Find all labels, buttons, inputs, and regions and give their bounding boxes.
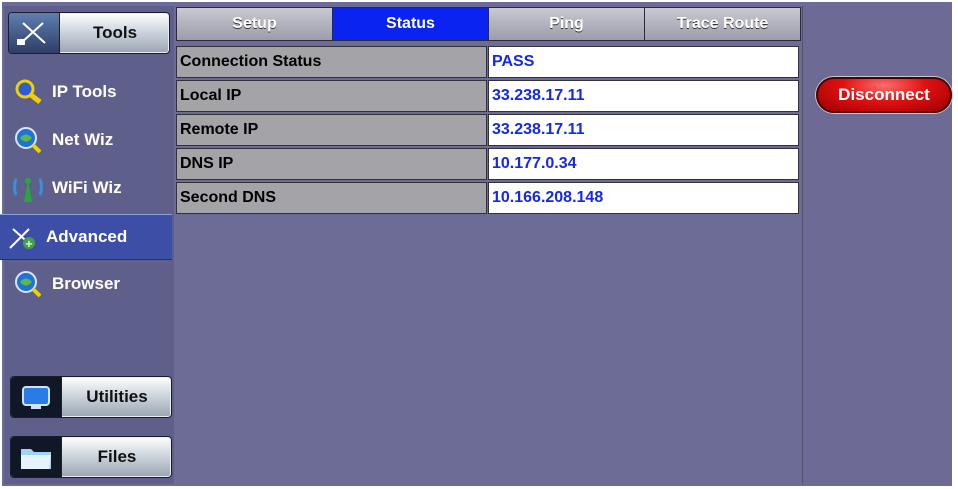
sidebar-item-label: Browser [52,274,121,293]
monitor-icon [11,377,62,417]
sidebar-item-label: Net Wiz [52,130,114,149]
sidebar-item-ip-tools[interactable]: IP Tools [6,70,172,114]
tools-icon [9,13,60,53]
sidebar-item-browser[interactable]: Browser [6,262,172,306]
table-row: Remote IP 33.238.17.11 [176,114,800,146]
table-row: Second DNS 10.166.208.148 [176,182,800,214]
table-row: DNS IP 10.177.0.34 [176,148,800,180]
row-value: 10.177.0.34 [488,148,799,180]
sidebar-item-advanced[interactable]: + Advanced [0,214,172,260]
tab-ping[interactable]: Ping [488,7,645,41]
table-row: Local IP 33.238.17.11 [176,80,800,112]
row-label: Second DNS [176,182,487,214]
sidebar-item-net-wiz[interactable]: Net Wiz [6,118,172,162]
row-label: Connection Status [176,46,487,78]
row-label: DNS IP [176,148,487,180]
tools-button[interactable]: Tools [8,12,170,54]
magnifier-icon [12,76,44,108]
tools-label: Tools [92,23,138,42]
tab-bar: Setup Status Ping Trace Route [176,7,801,41]
row-value: 10.166.208.148 [488,182,799,214]
folder-icon [11,437,62,477]
wifi-antenna-icon [12,172,44,204]
sidebar-item-label: WiFi Wiz [52,178,122,197]
globe-magnifier-icon [12,124,44,156]
advanced-tools-icon: + [6,221,38,253]
files-button[interactable]: Files [10,436,172,478]
files-label: Files [97,447,137,466]
table-row: Connection Status PASS [176,46,800,78]
svg-text:+: + [25,239,33,250]
tab-status[interactable]: Status [332,7,489,41]
row-label: Local IP [176,80,487,112]
row-value: 33.238.17.11 [488,114,799,146]
sidebar-item-label: Advanced [46,227,128,246]
row-value: 33.238.17.11 [488,80,799,112]
tab-setup[interactable]: Setup [176,7,333,41]
tab-trace-route[interactable]: Trace Route [644,7,801,41]
row-label: Remote IP [176,114,487,146]
sidebar-item-label: IP Tools [52,82,117,101]
sidebar-item-wifi-wiz[interactable]: WiFi Wiz [6,166,172,210]
utilities-label: Utilities [86,387,148,406]
disconnect-button[interactable]: Disconnect [816,77,952,113]
row-value: PASS [488,46,799,78]
browser-globe-icon [12,268,44,300]
utilities-button[interactable]: Utilities [10,376,172,418]
